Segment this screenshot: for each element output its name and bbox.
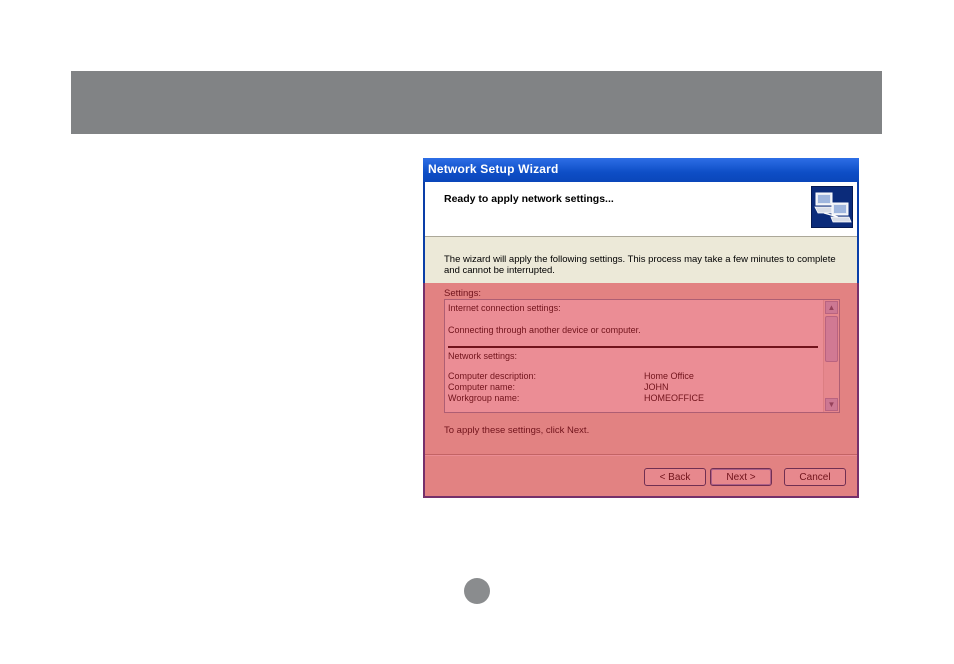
settings-label: Settings: bbox=[444, 288, 481, 299]
scroll-up-icon[interactable]: ▲ bbox=[825, 301, 838, 314]
scroll-thumb[interactable] bbox=[825, 316, 838, 362]
page-header-bar bbox=[71, 71, 882, 134]
computer-name-label: Computer name: bbox=[448, 382, 516, 392]
dialog-titlebar[interactable]: Network Setup Wizard bbox=[423, 158, 859, 182]
wizard-banner: Ready to apply network settings... bbox=[425, 182, 857, 237]
computer-description-value: Home Office bbox=[644, 371, 694, 381]
workgroup-name-label: Workgroup name: bbox=[448, 393, 520, 403]
network-computers-icon bbox=[811, 186, 853, 228]
settings-scrollbar[interactable]: ▲ ▼ bbox=[823, 300, 839, 412]
wizard-heading: Ready to apply network settings... bbox=[444, 193, 614, 205]
footer-divider bbox=[425, 454, 857, 456]
network-setup-wizard-dialog: Network Setup Wizard Ready to apply netw… bbox=[423, 158, 859, 498]
next-button[interactable]: Next > bbox=[710, 468, 772, 486]
scroll-down-icon[interactable]: ▼ bbox=[825, 398, 838, 411]
back-button[interactable]: < Back bbox=[644, 468, 706, 486]
dialog-title: Network Setup Wizard bbox=[428, 162, 559, 176]
intro-line-2: and cannot be interrupted. bbox=[444, 265, 555, 276]
section-divider bbox=[448, 346, 818, 348]
workgroup-name-value: HOMEOFFICE bbox=[644, 393, 704, 403]
settings-list[interactable]: Internet connection settings: Connecting… bbox=[444, 299, 840, 413]
dialog-client-area: Ready to apply network settings... The w… bbox=[425, 182, 857, 496]
internet-settings-header: Internet connection settings: bbox=[448, 303, 561, 313]
wizard-intro-text: The wizard will apply the following sett… bbox=[444, 254, 839, 276]
computer-name-value: JOHN bbox=[644, 382, 669, 392]
network-settings-header: Network settings: bbox=[448, 351, 518, 361]
intro-line-1: The wizard will apply the following sett… bbox=[444, 254, 836, 265]
computer-description-label: Computer description: bbox=[448, 371, 537, 381]
footer-instruction: To apply these settings, click Next. bbox=[444, 425, 590, 436]
internet-settings-value: Connecting through another device or com… bbox=[448, 325, 641, 335]
cancel-button[interactable]: Cancel bbox=[784, 468, 846, 486]
page-indicator-dot bbox=[464, 578, 490, 604]
